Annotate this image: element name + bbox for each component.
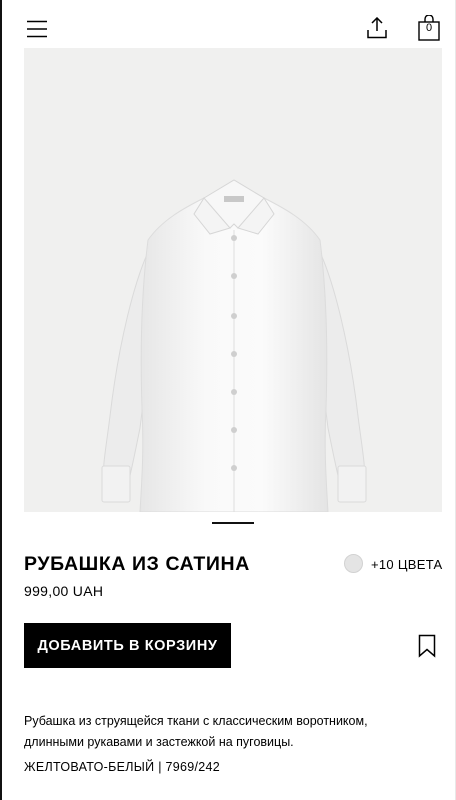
window-edge-left [0,0,2,800]
product-price: 999,00 UAH [24,583,104,599]
product-title: РУБАШКА ИЗ САТИНА [24,553,250,575]
shopping-bag-icon[interactable]: 0 [414,11,444,45]
color-swatch[interactable] [344,554,363,573]
cart-count: 0 [425,22,433,34]
product-image[interactable] [24,48,442,512]
product-description: Рубашка из струящейся ткани с классическ… [24,714,368,749]
bookmark-icon[interactable] [416,632,438,660]
add-to-cart-button[interactable]: ДОБАВИТЬ В КОРЗИНУ [24,623,231,668]
hamburger-menu-icon[interactable] [22,14,52,44]
share-icon[interactable] [362,12,392,44]
shirt-illustration [101,179,367,512]
gallery-slide-indicator[interactable] [212,522,254,524]
product-color-code: ЖЕЛТОВАТО-БЕЛЫЙ | 7969/242 [24,760,221,774]
more-colors-link[interactable]: +10 ЦВЕТА [371,557,443,572]
